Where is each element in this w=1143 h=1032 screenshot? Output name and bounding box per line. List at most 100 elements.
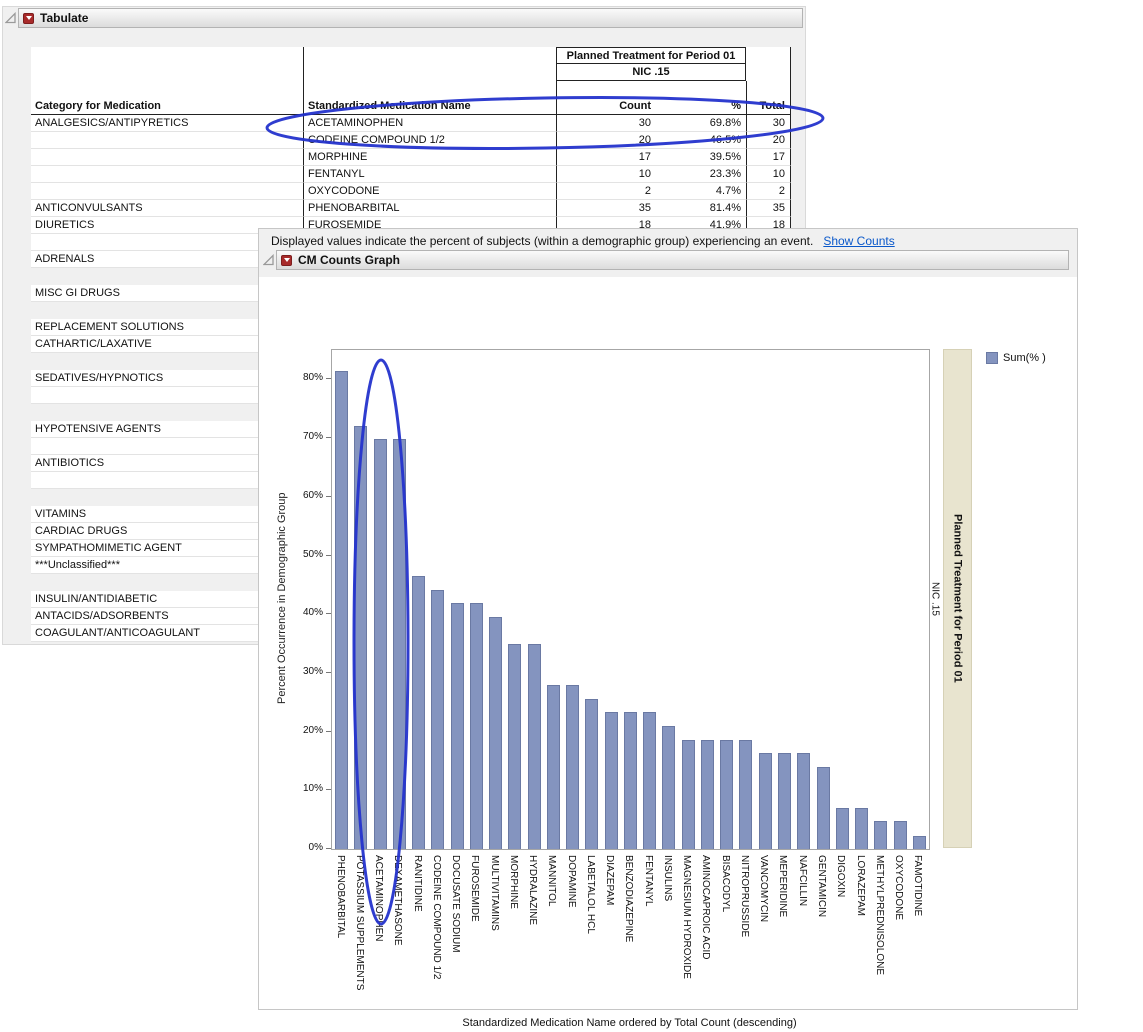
treatment-group-header: Planned Treatment for Period 01 bbox=[556, 47, 746, 64]
bar[interactable] bbox=[354, 426, 367, 849]
table-cell[interactable]: 35 bbox=[746, 200, 791, 217]
bar[interactable] bbox=[489, 617, 502, 849]
table-cell[interactable]: CODEINE COMPOUND 1/2 bbox=[303, 132, 556, 149]
x-tick-label: POTASSIUM SUPPLEMENTS bbox=[354, 855, 365, 990]
group-strip-label: Planned Treatment for Period 01 bbox=[952, 514, 964, 683]
bar[interactable] bbox=[817, 767, 830, 849]
table-cell[interactable]: 17 bbox=[746, 149, 791, 166]
bar[interactable] bbox=[528, 644, 541, 849]
table-cell[interactable]: 2 bbox=[746, 183, 791, 200]
group-level-label: NIC .15 bbox=[928, 349, 942, 848]
bar[interactable] bbox=[778, 753, 791, 849]
bar[interactable] bbox=[605, 712, 618, 849]
table-cell[interactable]: ACETAMINOPHEN bbox=[303, 115, 556, 132]
table-cell[interactable]: 10 bbox=[746, 166, 791, 183]
y-tick-label: 70% bbox=[279, 430, 323, 444]
x-tick-label: MEPERIDINE bbox=[777, 855, 788, 917]
bar[interactable] bbox=[451, 603, 464, 849]
table-cell[interactable] bbox=[31, 149, 303, 166]
table-row[interactable]: ANTICONVULSANTSPHENOBARBITAL3581.4%35 bbox=[31, 200, 791, 217]
table-cell[interactable]: 4.7% bbox=[656, 183, 746, 200]
bar[interactable] bbox=[335, 371, 348, 849]
bar[interactable] bbox=[412, 576, 425, 849]
bar[interactable] bbox=[470, 603, 483, 849]
outline-collapse-icon[interactable] bbox=[263, 254, 274, 266]
bar[interactable] bbox=[855, 808, 868, 849]
table-cell[interactable]: 69.8% bbox=[656, 115, 746, 132]
table-cell[interactable]: 20 bbox=[746, 132, 791, 149]
y-tick-mark bbox=[326, 613, 331, 614]
bar[interactable] bbox=[720, 740, 733, 849]
outline-collapse-icon[interactable] bbox=[5, 12, 16, 24]
table-row[interactable]: FENTANYL1023.3%10 bbox=[31, 166, 791, 183]
bar[interactable] bbox=[547, 685, 560, 849]
bar[interactable] bbox=[566, 685, 579, 849]
table-row[interactable]: CODEINE COMPOUND 1/22046.5%20 bbox=[31, 132, 791, 149]
x-tick-label: FENTANYL bbox=[643, 855, 654, 907]
table-cell[interactable]: 10 bbox=[556, 166, 656, 183]
graph-outline-header[interactable]: CM Counts Graph bbox=[276, 250, 1069, 270]
y-axis-title: Percent Occurrence in Demographic Group bbox=[273, 349, 291, 848]
disclosure-icon[interactable] bbox=[281, 255, 292, 266]
x-tick-label: FUROSEMIDE bbox=[469, 855, 480, 922]
bar[interactable] bbox=[894, 821, 907, 849]
bar[interactable] bbox=[585, 699, 598, 849]
col-header-percent: % bbox=[656, 98, 746, 115]
table-cell[interactable] bbox=[31, 183, 303, 200]
table-cell[interactable]: 2 bbox=[556, 183, 656, 200]
x-tick-label: PHENOBARBITAL bbox=[335, 855, 346, 938]
table-group-header-row: Planned Treatment for Period 01 bbox=[31, 47, 791, 64]
x-tick-label: INSULINS bbox=[662, 855, 673, 901]
bar[interactable] bbox=[662, 726, 675, 849]
table-cell[interactable]: 81.4% bbox=[656, 200, 746, 217]
y-tick-label: 60% bbox=[279, 489, 323, 503]
x-tick-label: BENZODIAZEPINE bbox=[623, 855, 634, 942]
x-tick-label: RANITIDINE bbox=[412, 855, 423, 912]
bar[interactable] bbox=[682, 740, 695, 849]
bar[interactable] bbox=[913, 836, 926, 850]
table-cell[interactable]: 23.3% bbox=[656, 166, 746, 183]
bar[interactable] bbox=[508, 644, 521, 849]
table-cell[interactable] bbox=[31, 132, 303, 149]
x-tick-label: LORAZEPAM bbox=[855, 855, 866, 916]
show-counts-link[interactable]: Show Counts bbox=[823, 234, 894, 248]
x-tick-label: MANNITOL bbox=[546, 855, 557, 907]
bar[interactable] bbox=[431, 590, 444, 850]
bar[interactable] bbox=[643, 712, 656, 849]
table-row[interactable]: ANALGESICS/ANTIPYRETICSACETAMINOPHEN3069… bbox=[31, 115, 791, 132]
table-cell[interactable]: ANALGESICS/ANTIPYRETICS bbox=[31, 115, 303, 132]
table-cell[interactable]: 30 bbox=[746, 115, 791, 132]
bar[interactable] bbox=[374, 439, 387, 849]
table-cell[interactable]: OXYCODONE bbox=[303, 183, 556, 200]
bar[interactable] bbox=[393, 439, 406, 849]
tabulate-data-rows: ANALGESICS/ANTIPYRETICSACETAMINOPHEN3069… bbox=[31, 115, 791, 234]
bar[interactable] bbox=[759, 753, 772, 849]
bar[interactable] bbox=[797, 753, 810, 849]
table-cell[interactable]: MORPHINE bbox=[303, 149, 556, 166]
table-cell[interactable]: 46.5% bbox=[656, 132, 746, 149]
col-header-category: Category for Medication bbox=[31, 98, 303, 115]
table-cell[interactable] bbox=[31, 166, 303, 183]
table-cell[interactable]: ANTICONVULSANTS bbox=[31, 200, 303, 217]
disclosure-icon[interactable] bbox=[23, 13, 34, 24]
group-strip: Planned Treatment for Period 01 bbox=[943, 349, 972, 848]
y-tick-mark bbox=[326, 789, 331, 790]
bar[interactable] bbox=[874, 821, 887, 849]
table-cell[interactable]: 35 bbox=[556, 200, 656, 217]
tabulate-outline-header[interactable]: Tabulate bbox=[18, 8, 803, 28]
table-cell[interactable]: 17 bbox=[556, 149, 656, 166]
bar[interactable] bbox=[701, 740, 714, 849]
table-cell[interactable]: FENTANYL bbox=[303, 166, 556, 183]
bar[interactable] bbox=[836, 808, 849, 849]
table-cell[interactable]: 39.5% bbox=[656, 149, 746, 166]
table-row[interactable]: MORPHINE1739.5%17 bbox=[31, 149, 791, 166]
bar[interactable] bbox=[624, 712, 637, 849]
table-cell[interactable]: 20 bbox=[556, 132, 656, 149]
table-cell[interactable]: PHENOBARBITAL bbox=[303, 200, 556, 217]
bar[interactable] bbox=[739, 740, 752, 849]
table-cell[interactable]: 30 bbox=[556, 115, 656, 132]
tabulate-title: Tabulate bbox=[40, 11, 88, 25]
x-tick-label: FAMOTIDINE bbox=[912, 855, 923, 916]
table-column-header-row: Category for Medication Standardized Med… bbox=[31, 98, 791, 115]
table-row[interactable]: OXYCODONE24.7%2 bbox=[31, 183, 791, 200]
